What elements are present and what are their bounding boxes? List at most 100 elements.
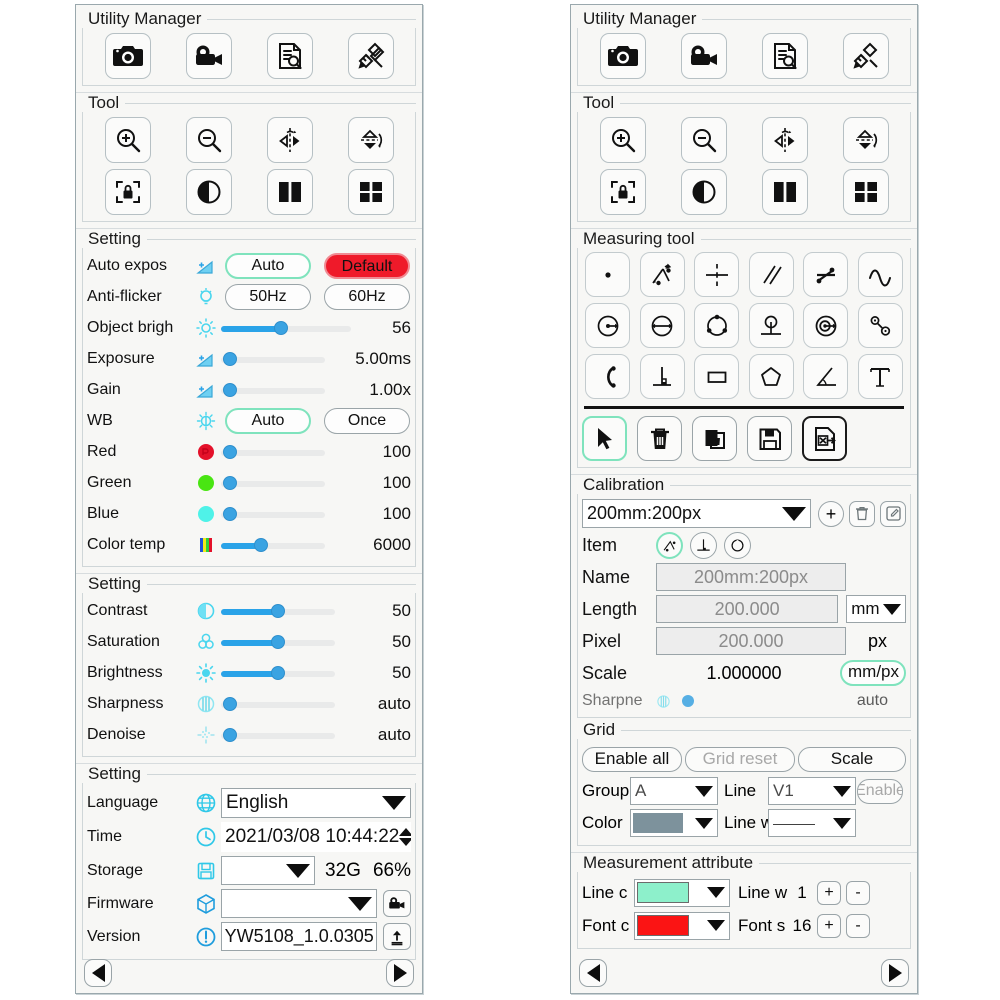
line-width-increase-button[interactable]: + [817, 880, 841, 905]
slider-knob[interactable] [223, 727, 237, 742]
flip-vertical-icon[interactable] [347, 117, 394, 163]
slider-knob[interactable] [271, 665, 285, 680]
font-size-increase-button[interactable]: + [817, 913, 841, 938]
color-temp-slider[interactable] [221, 537, 325, 552]
circle-diameter-icon[interactable] [639, 303, 685, 348]
language-select[interactable]: English [221, 788, 411, 818]
flip-horizontal-icon[interactable] [266, 117, 313, 163]
slider-knob[interactable] [271, 634, 285, 649]
snapshot-camera-icon[interactable] [599, 33, 646, 79]
time-stepper[interactable] [399, 828, 411, 846]
circle-radius-icon[interactable] [585, 303, 631, 348]
gain-slider[interactable] [221, 382, 325, 397]
freeze-lock-icon[interactable] [599, 169, 646, 215]
point-icon[interactable] [585, 252, 631, 297]
document-search-icon[interactable] [761, 33, 808, 79]
polyline-distance-icon[interactable] [656, 532, 683, 559]
grid-enable-all-button[interactable]: Enable all [582, 746, 682, 772]
slider-knob[interactable] [223, 475, 237, 490]
line-color-select[interactable] [634, 878, 730, 907]
auto-exposure-default-button[interactable]: Default [324, 252, 410, 279]
polyline-distance-icon[interactable] [639, 252, 685, 297]
line-width-decrease-button[interactable]: - [846, 880, 870, 905]
storage-select[interactable] [221, 856, 316, 885]
calibration-delete-button[interactable] [849, 500, 875, 527]
slider-knob[interactable] [273, 320, 288, 335]
export-excel-icon[interactable] [802, 416, 847, 461]
green-slider[interactable] [221, 475, 325, 490]
zoom-out-icon[interactable] [185, 117, 232, 163]
flip-vertical-icon[interactable] [842, 117, 889, 163]
crosshair-icon[interactable] [694, 252, 740, 297]
wb-auto-button[interactable]: Auto [225, 407, 311, 434]
object-brightness-slider[interactable] [221, 320, 351, 335]
trash-icon[interactable] [637, 416, 682, 461]
three-point-circle-icon[interactable] [694, 303, 740, 348]
parallel-lines-icon[interactable] [748, 252, 794, 297]
saturation-slider[interactable] [221, 634, 335, 649]
firmware-record-button[interactable] [383, 890, 411, 917]
denoise-slider[interactable] [221, 727, 335, 742]
zoom-in-icon[interactable] [599, 117, 646, 163]
ruler-pencil-icon[interactable] [842, 33, 889, 79]
split-view-icon[interactable] [266, 169, 313, 215]
grid-reset-button[interactable]: Grid reset [685, 746, 795, 772]
perpendicular-icon[interactable] [690, 532, 717, 559]
flip-horizontal-icon[interactable] [761, 117, 808, 163]
wave-icon[interactable] [857, 252, 903, 297]
snapshot-camera-icon[interactable] [104, 33, 151, 79]
delete-all-icon[interactable] [692, 416, 737, 461]
slider-knob[interactable] [223, 351, 237, 366]
next-page-button[interactable] [386, 959, 414, 987]
grid-line-width-select[interactable]: ——— [768, 809, 856, 837]
brightness-slider[interactable] [221, 665, 335, 680]
text-icon[interactable] [857, 354, 903, 399]
slider-knob[interactable] [223, 382, 237, 397]
quad-view-icon[interactable] [842, 169, 889, 215]
freeze-lock-icon[interactable] [104, 169, 151, 215]
anti-flicker-50hz-button[interactable]: 50Hz [225, 283, 311, 310]
prev-page-button[interactable] [84, 959, 112, 987]
two-circle-distance-icon[interactable] [857, 303, 903, 348]
version-upload-button[interactable] [383, 923, 411, 950]
firmware-select[interactable] [221, 889, 377, 918]
video-record-icon[interactable] [680, 33, 727, 79]
document-search-icon[interactable] [266, 33, 313, 79]
blue-slider[interactable] [221, 506, 325, 521]
font-color-select[interactable] [634, 911, 730, 940]
calibration-add-button[interactable]: + [818, 500, 844, 527]
grid-line-select[interactable]: V1 [768, 777, 856, 805]
angle-icon[interactable] [803, 354, 849, 399]
slider-knob[interactable] [271, 603, 285, 618]
arc-icon[interactable] [585, 354, 631, 399]
time-field[interactable]: 2021/03/08 10:44:22 [221, 822, 411, 852]
circle-tangent-icon[interactable] [748, 303, 794, 348]
next-page-button[interactable] [881, 959, 909, 987]
calibration-length-unit-select[interactable]: mm [846, 595, 906, 623]
exposure-slider[interactable] [221, 351, 325, 366]
calibration-preset-select[interactable]: 200mm:200px [582, 499, 811, 528]
contrast-icon[interactable] [185, 169, 232, 215]
zoom-out-icon[interactable] [680, 117, 727, 163]
perpendicular-icon[interactable] [639, 354, 685, 399]
calibration-scale-unit-button[interactable]: mm/px [840, 660, 906, 686]
rectangle-icon[interactable] [694, 354, 740, 399]
zigzag-line-icon[interactable] [803, 252, 849, 297]
grid-scale-button[interactable]: Scale [798, 746, 906, 772]
slider-knob[interactable] [223, 506, 237, 521]
slider-knob[interactable] [253, 537, 268, 552]
wb-once-button[interactable]: Once [324, 407, 410, 434]
concentric-circle-icon[interactable] [803, 303, 849, 348]
sharpness-slider[interactable] [221, 696, 335, 711]
save-floppy-icon[interactable] [747, 416, 792, 461]
quad-view-icon[interactable] [347, 169, 394, 215]
calibration-edit-button[interactable] [880, 500, 906, 527]
ruler-pencil-icon[interactable] [347, 33, 394, 79]
circle-icon[interactable] [724, 532, 751, 559]
slider-knob[interactable] [223, 696, 237, 711]
grid-color-select[interactable] [630, 809, 718, 837]
zoom-in-icon[interactable] [104, 117, 151, 163]
font-size-decrease-button[interactable]: - [846, 913, 870, 938]
auto-exposure-auto-button[interactable]: Auto [225, 252, 311, 279]
polygon-icon[interactable] [748, 354, 794, 399]
